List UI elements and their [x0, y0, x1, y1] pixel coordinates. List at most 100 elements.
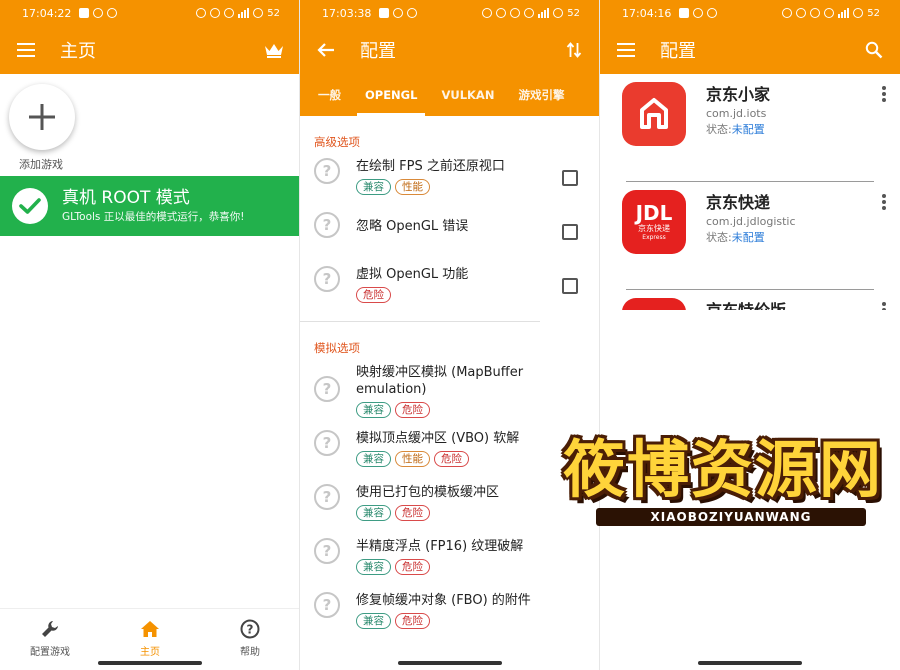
help-circle-icon[interactable]: ?	[314, 212, 340, 238]
alarm-icon	[782, 8, 793, 18]
section-header-advanced: 高级选项	[314, 135, 360, 149]
app-notification-icon	[379, 8, 390, 18]
gesture-bar[interactable]	[98, 661, 202, 665]
check-circle-icon	[12, 188, 48, 224]
config-tabs: 一般 OPENGL VULKAN 游戏引擎	[300, 74, 600, 116]
menu-icon[interactable]	[14, 38, 38, 62]
help-circle-icon[interactable]: ?	[314, 266, 340, 292]
menu-icon[interactable]	[614, 38, 638, 62]
option-title: 修复帧缓冲对象 (FBO) 的附件	[356, 593, 531, 608]
jd-home-app-icon	[622, 82, 686, 146]
wrench-icon	[40, 619, 60, 639]
option-packed-stencil[interactable]: ? 使用已打包的模板缓冲区 兼容 危险	[300, 484, 600, 538]
badge-danger: 危险	[395, 402, 430, 418]
tab-opengl[interactable]: OPENGL	[353, 74, 429, 116]
opengl-config-screen: 17:03:38 52 配置 一般 OPENGL VULKAN 游戏引擎 高级选…	[300, 0, 600, 670]
help-circle-icon[interactable]: ?	[314, 376, 340, 402]
tab-vulkan[interactable]: VULKAN	[429, 74, 506, 116]
more-options-icon[interactable]	[882, 194, 886, 210]
add-game-button[interactable]	[9, 84, 75, 150]
list-item[interactable]: 京东小家 com.jd.iots 状态:未配置	[600, 74, 900, 182]
option-vbo-soft[interactable]: ? 模拟顶点缓冲区 (VBO) 软解 兼容 性能 危险	[300, 430, 600, 484]
option-checkbox[interactable]	[562, 278, 578, 294]
tab-game-engine[interactable]: 游戏引擎	[506, 74, 576, 116]
home-screen: 17:04:22 52 主页 添加游戏 真机 ROOT 模式 GLTools 正…	[0, 0, 300, 670]
app-package: com.jd.jdlogistic	[706, 215, 796, 228]
option-ignore-gl-errors[interactable]: ? 忽略 OpenGL 错误	[300, 212, 600, 266]
bluetooth-icon	[510, 8, 521, 18]
option-checkbox[interactable]	[562, 170, 578, 186]
list-item[interactable]: JDL 京东快递 Express 京东快递 com.jd.jdlogistic …	[600, 182, 900, 290]
option-title: 半精度浮点 (FP16) 纹理破解	[356, 539, 524, 554]
badge-danger: 危险	[395, 559, 430, 575]
page-title: 主页	[60, 41, 96, 62]
app-bar: 配置	[300, 26, 600, 74]
option-virtual-gl-features[interactable]: ? 虚拟 OpenGL 功能 危险	[300, 266, 600, 322]
battery-level: 52	[567, 7, 580, 19]
notification-icons	[679, 8, 718, 18]
compass-icon	[407, 8, 418, 18]
flash-icon	[393, 8, 404, 18]
nav-label-configure-games: 配置游戏	[30, 647, 70, 658]
add-game-label: 添加游戏	[19, 158, 63, 171]
bluetooth-icon	[810, 8, 821, 18]
signal-icon	[538, 8, 550, 18]
help-circle-icon[interactable]: ?	[314, 538, 340, 564]
badge-compat: 兼容	[356, 613, 391, 629]
flash-icon	[693, 8, 704, 18]
jd-express-app-icon: JDL 京东快递 Express	[622, 190, 686, 254]
compass-icon	[107, 8, 118, 18]
wifi-icon	[524, 8, 535, 18]
system-icons: 52	[482, 8, 580, 19]
battery-icon	[553, 8, 564, 18]
option-title: 虚拟 OpenGL 功能	[356, 267, 469, 282]
option-title: 在绘制 FPS 之前还原视口	[356, 159, 505, 174]
help-circle-icon[interactable]: ?	[314, 484, 340, 510]
signal-icon	[238, 8, 250, 18]
crown-icon[interactable]	[262, 38, 286, 62]
option-fbo-attachments[interactable]: ? 修复帧缓冲对象 (FBO) 的附件 兼容 危险	[300, 592, 600, 646]
app-config-list-screen: 17:04:16 52 配置 京东小家 com.jd.iots 状态:未配置 J…	[600, 0, 900, 670]
status-time: 17:04:16	[622, 6, 672, 20]
help-circle-icon[interactable]: ?	[314, 158, 340, 184]
option-restore-viewport[interactable]: ? 在绘制 FPS 之前还原视口 兼容 性能	[300, 158, 600, 212]
app-name: 京东特价版	[706, 300, 786, 310]
app-notification-icon	[679, 8, 690, 18]
root-mode-subtitle: GLTools 正以最佳的模式运行，恭喜你!	[62, 211, 245, 223]
nav-item-configure-games[interactable]: 配置游戏	[0, 609, 100, 670]
option-checkbox[interactable]	[562, 224, 578, 240]
flash-icon	[93, 8, 104, 18]
badge-compat: 兼容	[356, 179, 391, 195]
back-arrow-icon[interactable]	[314, 38, 338, 62]
app-notification-icon	[79, 8, 90, 18]
option-fp16-hack[interactable]: ? 半精度浮点 (FP16) 纹理破解 兼容 危险	[300, 538, 600, 592]
option-mapbuffer-emulation[interactable]: ? 映射缓冲区模拟 (MapBuffer emulation) 兼容 危险	[300, 364, 600, 430]
root-mode-title: 真机 ROOT 模式	[62, 188, 190, 208]
page-title: 配置	[660, 41, 696, 62]
nav-item-help[interactable]: ? 帮助	[200, 609, 300, 670]
badge-performance: 性能	[395, 179, 430, 195]
list-item[interactable]: 京东特价版	[600, 290, 900, 310]
more-options-icon[interactable]	[882, 302, 886, 310]
badge-danger: 危险	[434, 451, 469, 467]
compass-icon	[707, 8, 718, 18]
tab-general[interactable]: 一般	[306, 74, 353, 116]
more-options-icon[interactable]	[882, 86, 886, 102]
gesture-bar[interactable]	[398, 661, 502, 665]
help-circle-icon[interactable]: ?	[314, 430, 340, 456]
alarm-icon	[482, 8, 493, 18]
sort-icon[interactable]	[562, 38, 586, 62]
help-icon: ?	[240, 619, 260, 639]
help-circle-icon[interactable]: ?	[314, 592, 340, 618]
battery-level: 52	[867, 7, 880, 19]
system-icons: 52	[196, 8, 280, 19]
gesture-bar[interactable]	[698, 661, 802, 665]
badge-danger: 危险	[356, 287, 391, 303]
badge-danger: 危险	[395, 505, 430, 521]
status-bar: 17:03:38 52	[300, 0, 600, 26]
screenshot-collage: 17:04:22 52 主页 添加游戏 真机 ROOT 模式 GLTools 正…	[0, 0, 900, 670]
option-title: 忽略 OpenGL 错误	[356, 219, 469, 234]
option-title: 模拟顶点缓冲区 (VBO) 软解	[356, 431, 520, 446]
search-icon[interactable]	[862, 38, 886, 62]
app-name: 京东快递	[706, 193, 771, 212]
